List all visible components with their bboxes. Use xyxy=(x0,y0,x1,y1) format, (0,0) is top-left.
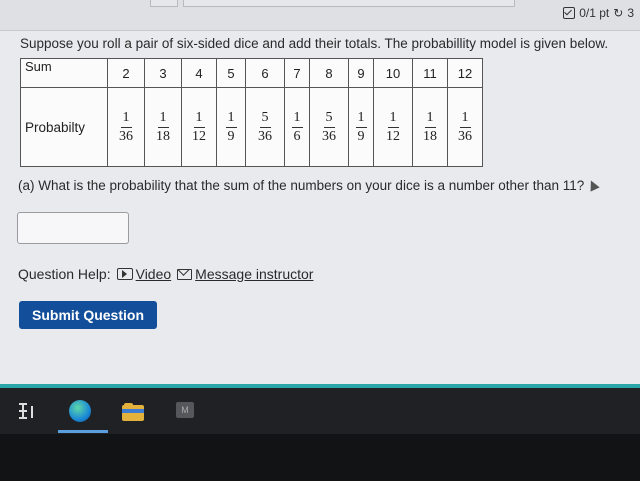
sum-cell: 12 xyxy=(447,58,483,88)
active-app-indicator xyxy=(58,430,108,433)
retry-count: 3 xyxy=(627,6,634,20)
prob-cell: 1 36 xyxy=(107,87,145,167)
sum-row: Sum 2 3 4 5 6 7 8 9 10 11 12 xyxy=(20,58,483,88)
sum-cell: 10 xyxy=(373,58,413,88)
nav-tab-stub[interactable] xyxy=(150,0,178,7)
prob-cell: 5 36 xyxy=(309,87,349,167)
submit-question-button[interactable]: Submit Question xyxy=(19,301,157,329)
sum-cell: 11 xyxy=(412,58,448,88)
video-link[interactable]: Video xyxy=(116,266,172,282)
sum-cell: 6 xyxy=(245,58,285,88)
video-link-label: Video xyxy=(135,266,172,282)
edge-browser-icon[interactable] xyxy=(69,400,91,422)
score-indicator: 0/1 pt ↻ 3 xyxy=(563,6,634,20)
sum-cell: 9 xyxy=(348,58,374,88)
question-help: Question Help: Video Message instructor xyxy=(18,266,313,282)
question-part-a-text: (a) What is the probability that the sum… xyxy=(18,178,585,193)
top-bar: 0/1 pt ↻ 3 xyxy=(0,0,640,31)
prob-cell: 1 18 xyxy=(412,87,448,167)
sum-cell: 2 xyxy=(107,58,145,88)
sum-cell: 4 xyxy=(181,58,217,88)
bezel xyxy=(0,434,640,481)
question-part-a: (a) What is the probability that the sum… xyxy=(18,178,600,193)
checkbox-icon xyxy=(563,7,576,19)
video-icon xyxy=(116,268,133,280)
m-app-icon[interactable]: M xyxy=(176,402,194,418)
sum-header: Sum xyxy=(20,58,108,88)
taskbar: M xyxy=(0,388,640,434)
sum-cell: 7 xyxy=(284,58,310,88)
probability-header: Probabilty xyxy=(20,87,108,167)
nav-tab-stub-2[interactable] xyxy=(183,0,515,7)
sum-cell: 8 xyxy=(309,58,349,88)
prob-cell: 19 xyxy=(348,87,374,167)
file-explorer-icon[interactable] xyxy=(122,400,144,422)
prob-cell: 19 xyxy=(216,87,246,167)
probability-table: Sum 2 3 4 5 6 7 8 9 10 11 12 Probabilty … xyxy=(20,58,483,167)
question-help-label: Question Help: xyxy=(18,266,111,282)
message-link-label: Message instructor xyxy=(195,266,314,282)
probability-row: Probabilty 1 36 1 18 1 12 19 5 36 16 5 36 19 … xyxy=(20,87,483,167)
mouse-cursor-icon xyxy=(586,178,600,192)
prob-cell: 5 36 xyxy=(245,87,285,167)
message-instructor-link[interactable]: Message instructor xyxy=(177,266,313,282)
task-view-icon[interactable] xyxy=(17,400,39,422)
prob-cell: 16 xyxy=(284,87,310,167)
score-text: 0/1 pt xyxy=(579,6,610,20)
prob-cell: 1 18 xyxy=(144,87,182,167)
mail-icon xyxy=(177,268,193,280)
prob-cell: 1 36 xyxy=(447,87,483,167)
sum-cell: 5 xyxy=(216,58,246,88)
answer-input[interactable] xyxy=(17,212,129,244)
prob-cell: 1 12 xyxy=(181,87,217,167)
prob-cell: 1 12 xyxy=(373,87,413,167)
question-intro: Suppose you roll a pair of six-sided dic… xyxy=(20,36,609,51)
sum-cell: 3 xyxy=(144,58,182,88)
retry-icon[interactable]: ↻ xyxy=(613,6,623,20)
question-page: 0/1 pt ↻ 3 Suppose you roll a pair of si… xyxy=(0,0,640,386)
